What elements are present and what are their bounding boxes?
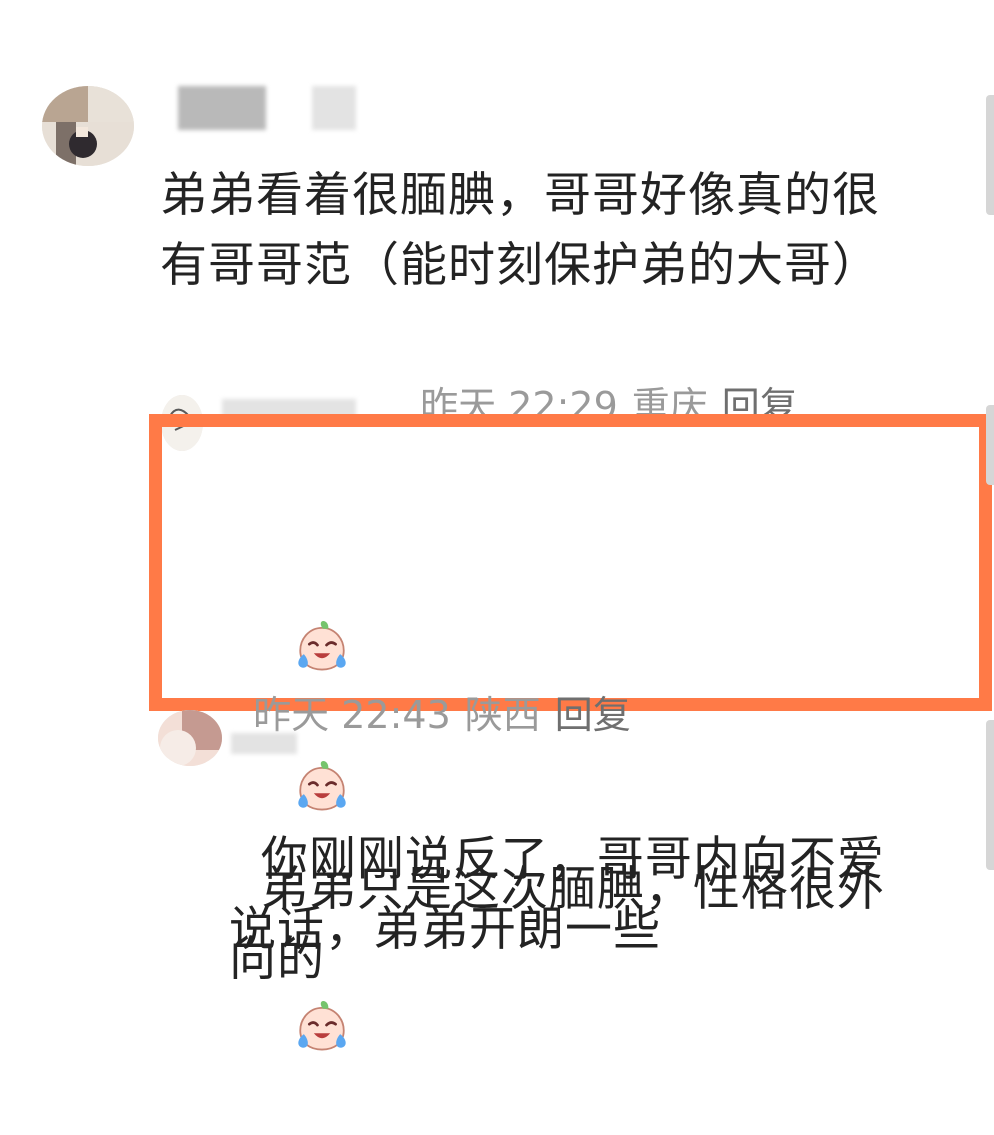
right-edge-control[interactable]	[986, 95, 994, 215]
reply-button[interactable]: 回复	[555, 693, 631, 737]
comment-body: 弟弟只是这次腼腆，性格很外向的	[229, 862, 885, 987]
avatar-image	[158, 710, 222, 766]
avatar[interactable]	[158, 710, 222, 766]
right-edge-control[interactable]	[986, 720, 994, 870]
comment-text: 弟弟看着很腼腆，哥哥好像真的很有哥哥范（能时刻保护弟的大哥）	[160, 168, 880, 293]
username-redacted	[312, 86, 356, 130]
username-redacted	[178, 86, 266, 130]
comment-text: 弟弟只是这次腼腆，性格很外向的	[229, 785, 919, 1135]
crying-laughing-peach-icon	[229, 1000, 355, 1127]
avatar[interactable]	[42, 86, 134, 166]
avatar-image	[42, 86, 134, 166]
comment-meta: 昨天 22:43 陕西 回复	[229, 610, 645, 750]
right-edge-control[interactable]	[986, 405, 994, 485]
comment-time: 昨天 22:43	[253, 693, 451, 737]
comment-location: 陕西	[464, 693, 541, 737]
username-redacted	[231, 733, 297, 754]
